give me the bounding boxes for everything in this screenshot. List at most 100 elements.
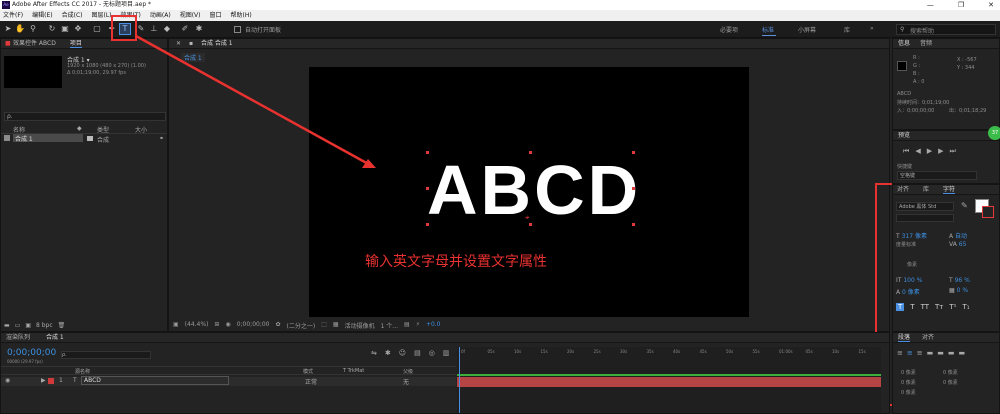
- tab-character[interactable]: 字符: [943, 185, 956, 194]
- visibility-eye-icon[interactable]: ◉: [5, 377, 10, 384]
- style-buttons: T T TT Tт T¹ T₁: [896, 303, 970, 311]
- justify-right-icon[interactable]: ▬: [948, 349, 955, 357]
- time-ruler[interactable]: 0f 05s 10s 15s 20s 25s 30s 35s 40s 45s 50s 55s 01:00…: [457, 349, 881, 357]
- stroke-color-swatch[interactable]: [982, 206, 994, 218]
- layer-number: 1: [59, 377, 63, 384]
- timeline-timecode-sub: 00000 (29.97 fps): [7, 359, 43, 364]
- tsume-row: ▦ 0 %: [949, 287, 968, 294]
- type-tool-highlight-box: [111, 15, 137, 41]
- hscale-value[interactable]: 96 %: [955, 277, 970, 284]
- draft-3d-icon[interactable]: ✱: [385, 349, 391, 357]
- expand-arrow-icon[interactable]: ▶: [41, 377, 46, 384]
- ruler-tick-label: 45s: [699, 349, 707, 354]
- baseline-row: A 0 像素: [896, 287, 920, 296]
- font-style-select[interactable]: [896, 214, 954, 222]
- align-right-icon[interactable]: ≡: [917, 349, 923, 357]
- col-trkmat[interactable]: T TrkMat: [343, 368, 364, 374]
- justify-all-icon[interactable]: ▬: [959, 349, 966, 357]
- shortcut-select[interactable]: 空格键: [897, 171, 977, 180]
- space-after[interactable]: 0 像素: [943, 379, 958, 386]
- justify-center-icon[interactable]: ▬: [937, 349, 944, 357]
- vscale-value[interactable]: 100 %: [903, 277, 922, 284]
- small-caps-button[interactable]: Tт: [935, 303, 943, 311]
- layer-name[interactable]: ABCD: [81, 376, 229, 385]
- col-source-name[interactable]: 源名称: [75, 368, 90, 375]
- shy-icon[interactable]: ☺: [399, 349, 406, 357]
- hscale-row: T 96 %: [949, 277, 970, 284]
- vscale-row: IT 100 %: [896, 277, 922, 284]
- timeline-track-area[interactable]: 0f 05s 10s 15s 20s 25s 30s 35s 40s 45s 50s 55s 01:00…: [457, 347, 881, 413]
- leading-value[interactable]: 自动: [955, 233, 967, 240]
- space-before[interactable]: 0 像素: [901, 379, 916, 386]
- ruler-tick-label: 05s: [487, 349, 495, 354]
- graph-editor-icon[interactable]: ▥: [443, 349, 450, 357]
- align-center-icon[interactable]: ≡: [907, 349, 913, 357]
- first-frame-icon[interactable]: ⏮: [903, 147, 909, 156]
- layer-label-color[interactable]: [48, 378, 54, 384]
- faux-bold-button[interactable]: T: [896, 303, 905, 311]
- prev-frame-icon[interactable]: ◀: [915, 147, 920, 156]
- layer-mode[interactable]: 正常: [305, 377, 317, 386]
- baseline-icon: A: [896, 289, 901, 296]
- font-size-value[interactable]: 317 像素: [902, 233, 927, 240]
- font-size-row: T 317 像素: [896, 231, 927, 240]
- justify-left-icon[interactable]: ▬: [927, 349, 934, 357]
- ruler-tick-label: 15s: [858, 349, 866, 354]
- indent-right[interactable]: 0 像素: [943, 369, 958, 376]
- work-area-bar[interactable]: [457, 374, 881, 376]
- ruler-tick-label: 10s: [832, 349, 840, 354]
- font-size-icon: T: [896, 233, 900, 240]
- info-y: Y : 344: [957, 65, 975, 71]
- superscript-button[interactable]: T¹: [949, 303, 956, 311]
- layer-parent[interactable]: 无: [403, 377, 409, 386]
- col-parent[interactable]: 父级: [403, 368, 413, 375]
- motion-blur-icon[interactable]: ◎: [429, 349, 435, 357]
- font-select[interactable]: Adobe 黑体 Std: [896, 202, 954, 211]
- tab-timeline-comp[interactable]: 合成 1: [46, 333, 64, 342]
- timeline-search[interactable]: ρ.: [61, 351, 151, 359]
- play-icon[interactable]: ▶: [927, 147, 932, 156]
- layer-duration-bar[interactable]: [457, 377, 881, 387]
- eyedropper-icon[interactable]: ✎: [961, 201, 968, 210]
- indent-left[interactable]: 0 像素: [901, 369, 916, 376]
- all-caps-button[interactable]: TT: [921, 303, 929, 311]
- info-in: 入：0;00;00;00: [897, 108, 935, 114]
- tab-align[interactable]: 对齐: [897, 185, 909, 194]
- ruler-tick-label: 10s: [514, 349, 522, 354]
- info-duration: 持续时间：0;01;19;00: [897, 100, 950, 106]
- kerning-label[interactable]: 度量标准: [896, 241, 916, 248]
- info-out: 出：0;01;18;29: [949, 108, 987, 114]
- tab-info[interactable]: 信息: [898, 39, 910, 48]
- last-frame-icon[interactable]: ⏭: [949, 147, 955, 156]
- baseline-value[interactable]: 0 像素: [902, 289, 920, 296]
- tracking-value[interactable]: 65: [959, 241, 967, 248]
- faux-italic-button[interactable]: T: [910, 303, 914, 311]
- tsume-value[interactable]: 0 %: [957, 287, 968, 294]
- next-frame-icon[interactable]: ▶: [938, 147, 943, 156]
- timeline-timecode[interactable]: 0;00;00;00: [7, 348, 56, 358]
- comp-mini-flow-icon[interactable]: ⇋: [371, 349, 377, 357]
- indent-first[interactable]: 0 像素: [901, 389, 916, 396]
- tab-audio[interactable]: 音频: [920, 39, 932, 48]
- timeline-switches: ⇋ ✱ ☺ ▤ ◎ ▥: [371, 349, 449, 357]
- align-left-icon[interactable]: ≡: [897, 349, 903, 357]
- current-time-indicator[interactable]: [459, 347, 460, 413]
- tab-align-2[interactable]: 对齐: [922, 333, 934, 342]
- info-x: X : -567: [957, 57, 977, 63]
- paragraph-panel: 段落 对齐 ≡ ≡ ≡ ▬ ▬ ▬ ▬ 0 像素 0 像素 0 像素 0 像素 …: [892, 332, 1000, 414]
- text-layer-icon: T: [73, 377, 77, 384]
- timeline-layer-row[interactable]: ◉ ▶ 1 T ABCD 正常 无: [1, 376, 456, 386]
- ruler-tick-label: 50s: [726, 349, 734, 354]
- subscript-button[interactable]: T₁: [962, 303, 969, 311]
- tab-render-queue[interactable]: 渲染队列: [6, 333, 30, 342]
- leading-icon: A: [949, 233, 954, 240]
- info-r: R :: [913, 55, 920, 61]
- frame-blend-icon[interactable]: ▤: [414, 349, 421, 357]
- tsume-icon: ▦: [949, 287, 955, 294]
- tab-paragraph[interactable]: 段落: [898, 333, 911, 342]
- tracking-icon: VA: [949, 241, 957, 248]
- stroke-width[interactable]: 像素: [907, 261, 917, 268]
- col-mode[interactable]: 模式: [303, 368, 313, 375]
- info-b: B :: [913, 71, 920, 77]
- tab-library[interactable]: 库: [923, 185, 929, 194]
